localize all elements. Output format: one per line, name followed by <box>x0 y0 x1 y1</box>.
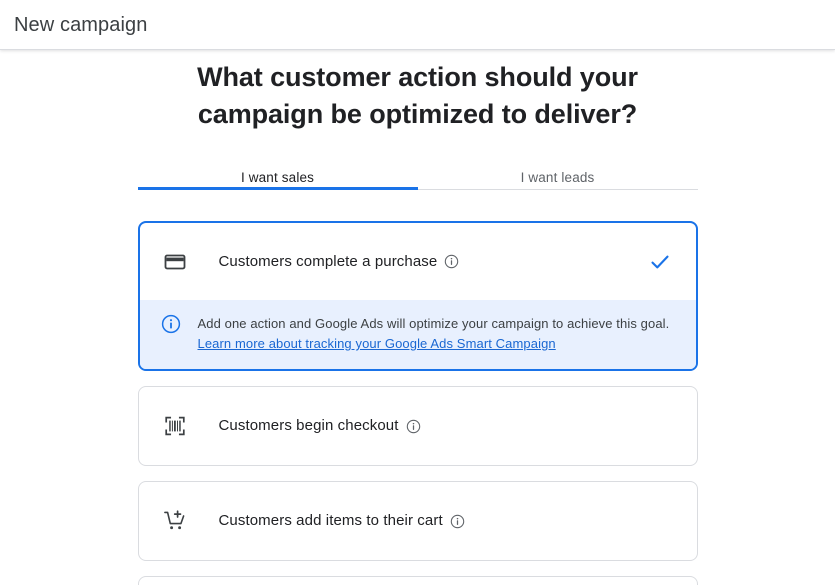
option-label-wrapper: Customers begin checkout <box>219 416 421 436</box>
page-body: What customer action should your campaig… <box>0 50 835 585</box>
info-outline-icon[interactable] <box>444 254 459 269</box>
tab-i-want-leads[interactable]: I want leads <box>418 159 698 189</box>
page-title: New campaign <box>14 13 148 36</box>
option-card-partial[interactable] <box>137 576 698 585</box>
tab-i-want-sales[interactable]: I want sales <box>138 159 418 189</box>
info-banner: Add one action and Google Ads will optim… <box>139 300 696 369</box>
option-card-complete-purchase[interactable]: Customers complete a purchase Add one ac… <box>137 221 698 371</box>
active-tab-indicator <box>137 187 418 190</box>
barcode-scanner-icon <box>161 412 189 440</box>
option-card-row[interactable]: Customers add items to their cart <box>139 482 697 560</box>
option-card-begin-checkout[interactable]: Customers begin checkout <box>137 386 698 466</box>
option-card-row[interactable]: Customers begin checkout <box>139 387 697 465</box>
content-column: What customer action should your campaig… <box>137 50 698 585</box>
checkmark-icon <box>648 250 672 274</box>
info-outline-icon[interactable] <box>406 419 421 434</box>
info-outline-icon[interactable] <box>450 514 465 529</box>
learn-more-link[interactable]: Learn more about tracking your Google Ad… <box>198 336 556 351</box>
option-card-list: Customers complete a purchase Add one ac… <box>137 221 698 585</box>
add-to-cart-icon <box>161 507 189 535</box>
option-card-row[interactable]: Customers complete a purchase <box>140 223 696 300</box>
option-label-wrapper: Customers complete a purchase <box>219 252 460 272</box>
tab-bar: I want sales I want leads <box>137 159 698 190</box>
option-card-add-to-cart[interactable]: Customers add items to their cart <box>137 481 698 561</box>
tab-label: I want sales <box>240 170 315 185</box>
option-label: Customers complete a purchase <box>218 252 438 270</box>
tab-label: I want leads <box>520 170 595 185</box>
app-bar: New campaign <box>0 0 835 50</box>
option-label: Customers add items to their cart <box>218 512 443 529</box>
option-label-wrapper: Customers add items to their cart <box>219 511 465 531</box>
headline: What customer action should your campaig… <box>197 62 638 129</box>
info-banner-text: Add one action and Google Ads will optim… <box>198 314 676 354</box>
credit-card-icon <box>161 248 189 276</box>
option-label: Customers begin checkout <box>218 417 399 434</box>
info-circle-icon <box>161 314 181 334</box>
info-banner-body: Add one action and Google Ads will optim… <box>197 316 670 331</box>
